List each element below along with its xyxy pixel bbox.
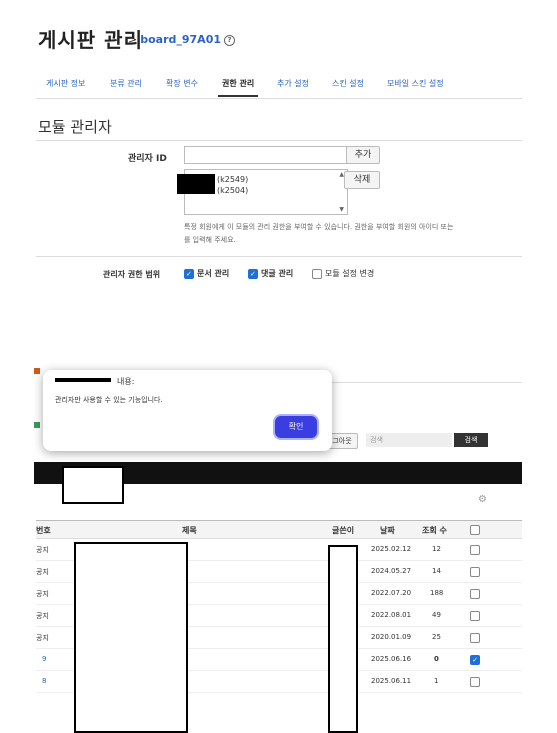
- section-title: 모듈 관리자: [38, 118, 112, 136]
- col-views[interactable]: 조회 수: [422, 525, 447, 536]
- logo-icon: [34, 368, 40, 374]
- table-header: 번호 제목 글쓴이 날짜 조회 수: [36, 520, 522, 539]
- alert-dialog: 내용: 관리자만 사용할 수 있는 기능입니다. 확인: [43, 370, 332, 451]
- tab-board-info[interactable]: 게시판 정보: [46, 78, 85, 89]
- scroll-down-icon[interactable]: ▼: [339, 206, 344, 213]
- gear-icon[interactable]: ⚙: [478, 494, 487, 505]
- col-author: 글쓴이: [332, 526, 355, 535]
- admin-list[interactable]: (k2549) (k2504) ▲ ▼: [177, 169, 348, 215]
- col-title[interactable]: 제목: [182, 525, 197, 536]
- row-checkbox[interactable]: [470, 589, 480, 599]
- redaction: [74, 542, 188, 733]
- checkbox-icon[interactable]: [312, 268, 322, 279]
- tab-category[interactable]: 분류 관리: [110, 78, 142, 89]
- tab-mobile-skin[interactable]: 모바일 스킨 설정: [387, 78, 444, 89]
- breadcrumb[interactable]: > board_97A01?: [128, 33, 235, 46]
- divider: [36, 140, 522, 141]
- search-button[interactable]: 검색: [454, 433, 488, 447]
- add-button[interactable]: 추가: [346, 146, 380, 164]
- tab-bar: 게시판 정보 분류 관리 확장 변수 권한 관리 추가 설정 스킨 설정 모바일…: [36, 72, 522, 99]
- ok-button[interactable]: 확인: [275, 416, 317, 438]
- tab-additional[interactable]: 추가 설정: [277, 78, 309, 89]
- redaction: [62, 466, 124, 504]
- board-id-link[interactable]: board_97A01: [140, 33, 221, 46]
- dialog-title: 내용:: [117, 377, 135, 386]
- chevron-right-icon: >: [128, 33, 138, 46]
- select-all-checkbox[interactable]: [470, 525, 480, 535]
- row-checkbox[interactable]: [470, 567, 480, 577]
- divider: [320, 382, 522, 383]
- search-input[interactable]: 검색: [366, 433, 452, 447]
- tab-permissions[interactable]: 권한 관리: [217, 78, 259, 97]
- checkbox-checked-icon[interactable]: ✓: [248, 268, 258, 279]
- checkbox-checked-icon[interactable]: ✓: [184, 268, 194, 279]
- perm-module[interactable]: 모듈 설정 변경: [312, 268, 374, 279]
- perm-comment[interactable]: ✓ 댓글 관리: [248, 268, 293, 279]
- help-icon[interactable]: ?: [224, 34, 235, 46]
- row-checkbox-checked[interactable]: ✓: [470, 655, 480, 665]
- dialog-message: 관리자만 사용할 수 있는 기능입니다.: [55, 396, 163, 404]
- help-text: 특정 회원에게 이 모듈의 관리 권한을 부여할 수 있습니다. 권한을 부여할…: [184, 223, 454, 244]
- admin-id-label: 관리자 ID: [128, 154, 167, 164]
- redaction: [55, 378, 111, 382]
- logo-icon: [34, 422, 40, 428]
- perm-label: 관리자 권한 범위: [103, 270, 161, 279]
- col-date[interactable]: 날짜: [380, 525, 395, 536]
- divider: [36, 256, 522, 257]
- col-no: 번호: [36, 526, 51, 535]
- row-checkbox[interactable]: [470, 545, 480, 555]
- tab-extra-vars[interactable]: 확장 변수: [166, 78, 198, 89]
- perm-doc[interactable]: ✓ 문서 관리: [184, 268, 229, 279]
- delete-button[interactable]: 삭제: [344, 171, 380, 189]
- redaction: [177, 174, 215, 194]
- list-item[interactable]: (k2504): [217, 185, 248, 196]
- list-item[interactable]: (k2549): [217, 174, 248, 185]
- row-checkbox[interactable]: [470, 611, 480, 621]
- admin-id-input[interactable]: [184, 146, 348, 164]
- row-checkbox[interactable]: [470, 677, 480, 687]
- redaction: [328, 545, 358, 733]
- row-checkbox[interactable]: [470, 633, 480, 643]
- tab-skin[interactable]: 스킨 설정: [332, 78, 364, 89]
